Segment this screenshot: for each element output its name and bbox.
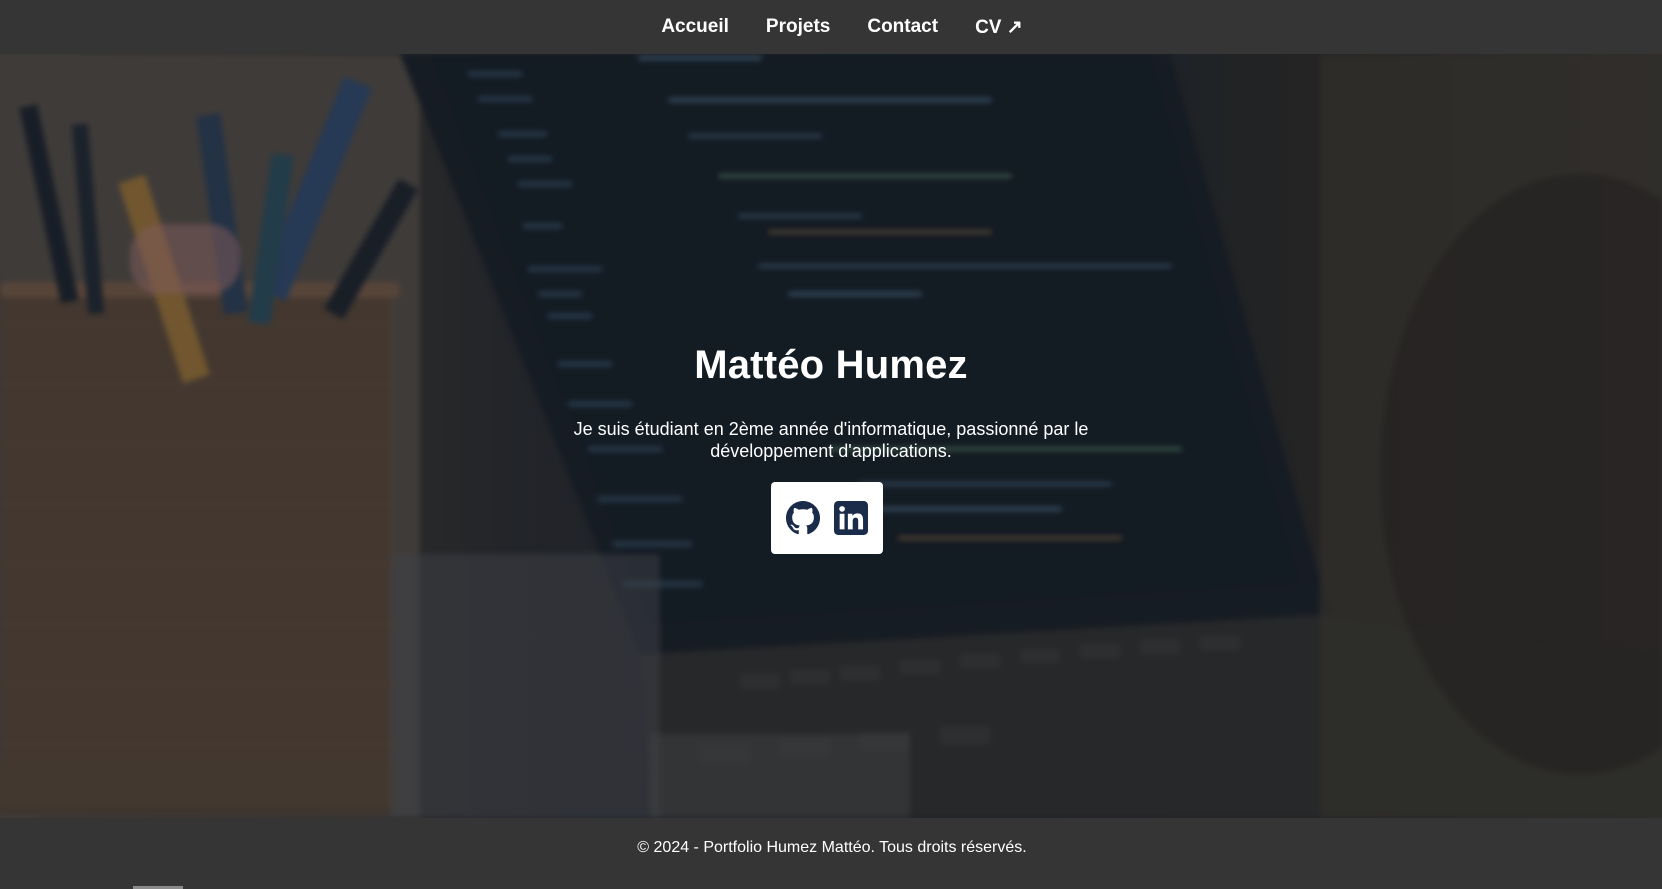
linkedin-link[interactable]: [834, 501, 868, 535]
github-icon: [786, 501, 820, 535]
nav-link-contact[interactable]: Contact: [867, 16, 938, 38]
nav-link-accueil[interactable]: Accueil: [661, 16, 729, 38]
social-links: [771, 482, 883, 554]
footer-copyright: © 2024 - Portfolio Humez Mattéo. Tous dr…: [637, 838, 1027, 856]
github-link[interactable]: [786, 501, 820, 535]
hero-section: Mattéo Humez Je suis étudiant en 2ème an…: [0, 54, 1662, 818]
footer: © 2024 - Portfolio Humez Mattéo. Tous dr…: [0, 818, 1662, 889]
linkedin-icon: [834, 501, 868, 535]
hero-content: Mattéo Humez Je suis étudiant en 2ème an…: [0, 54, 1662, 818]
hero-description: Je suis étudiant en 2ème année d'informa…: [573, 419, 1089, 461]
nav-link-projets[interactable]: Projets: [766, 16, 830, 38]
top-navigation: Accueil Projets Contact CV ↗: [0, 0, 1662, 54]
hero-title: Mattéo Humez: [694, 343, 968, 387]
nav-link-cv[interactable]: CV ↗: [975, 16, 1023, 39]
